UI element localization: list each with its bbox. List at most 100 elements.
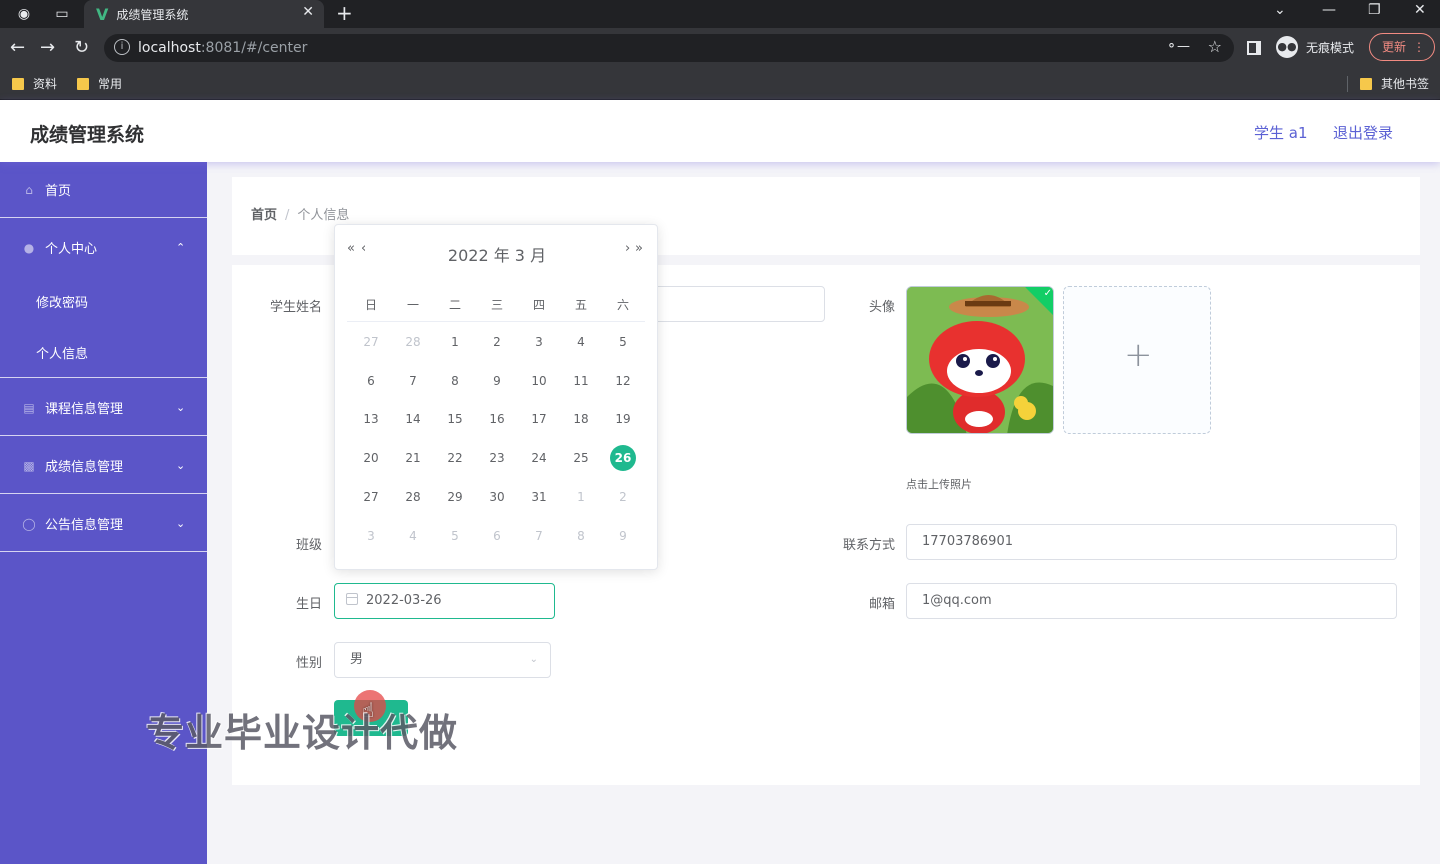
window-close-icon[interactable]: ✕ <box>1414 2 1426 18</box>
calendar-day[interactable]: 14 <box>400 406 426 432</box>
key-icon[interactable]: ⚬— <box>1166 39 1190 54</box>
calendar-day[interactable]: 28 <box>400 484 426 510</box>
sidebar-item-home[interactable]: ⌂ 首页 <box>0 180 207 200</box>
name-label: 学生姓名 <box>269 300 322 315</box>
calendar-day[interactable]: 5 <box>442 523 468 549</box>
calendar-day[interactable]: 13 <box>358 406 384 432</box>
calendar-day[interactable]: 7 <box>526 523 552 549</box>
browser-tab[interactable]: V 成绩管理系统 ✕ <box>84 0 324 28</box>
current-user[interactable]: 学生 a1 <box>1254 122 1308 143</box>
calendar-day[interactable]: 8 <box>442 368 468 394</box>
calendar-day[interactable]: 23 <box>484 445 510 471</box>
calendar-day[interactable]: 28 <box>400 329 426 355</box>
calendar-day[interactable]: 11 <box>568 368 594 394</box>
sidebar-item-notice-management[interactable]: ◯ 公告信息管理 ⌄ <box>0 514 207 534</box>
calendar-day[interactable]: 9 <box>610 523 636 549</box>
sidebar-item-personal-info[interactable]: 个人信息 <box>36 343 88 362</box>
side-panel-icon[interactable] <box>1247 41 1261 55</box>
calendar-day[interactable]: 1 <box>568 484 594 510</box>
check-icon: ✓ <box>1043 287 1052 299</box>
sidebar-item-change-password[interactable]: 修改密码 <box>36 292 88 311</box>
menu-divider <box>0 551 207 552</box>
vue-logo-icon: V <box>96 4 109 24</box>
logout-link[interactable]: 退出登录 <box>1333 122 1393 143</box>
calendar-day[interactable]: 18 <box>568 406 594 432</box>
calendar-day[interactable]: 21 <box>400 445 426 471</box>
bookmarks-bar: 资料 常用 其他书签 <box>0 68 1440 100</box>
avatar-upload-button[interactable]: + <box>1063 286 1211 434</box>
sidebar-item-course-management[interactable]: ▤ 课程信息管理 ⌄ <box>0 398 207 418</box>
calendar-day[interactable]: 16 <box>484 406 510 432</box>
chevron-down-icon: ⌄ <box>176 517 186 530</box>
calendar-day[interactable]: 1 <box>442 329 468 355</box>
email-label: 邮箱 <box>868 597 895 612</box>
calendar-day[interactable]: 12 <box>610 368 636 394</box>
next-year-icon[interactable]: » <box>635 241 643 256</box>
new-tab-icon[interactable]: + <box>336 1 353 25</box>
upload-tip: 点击上传照片 <box>906 478 972 491</box>
calendar-day[interactable]: 3 <box>358 523 384 549</box>
browser-tabbar: ◉ ▭ V 成绩管理系统 ✕ + ⌄ — ❐ ✕ <box>0 0 1440 28</box>
bookmark-folder-changyong[interactable]: 常用 <box>77 75 122 92</box>
gender-select[interactable]: 男 ⌄ <box>334 642 551 678</box>
calendar-day[interactable]: 5 <box>610 329 636 355</box>
other-bookmarks[interactable]: 其他书签 <box>1360 75 1429 92</box>
calendar-day[interactable]: 25 <box>568 445 594 471</box>
cartoon-fox-avatar <box>907 287 1053 433</box>
calendar-day[interactable]: 27 <box>358 329 384 355</box>
sidebar-item-personal-center[interactable]: ● 个人中心 ⌃ <box>0 238 207 258</box>
calendar-day[interactable]: 17 <box>526 406 552 432</box>
calendar-day[interactable]: 30 <box>484 484 510 510</box>
breadcrumb-home[interactable]: 首页 <box>251 208 277 223</box>
sidebar-item-grade-management[interactable]: ▩ 成绩信息管理 ⌄ <box>0 456 207 476</box>
phone-label: 联系方式 <box>842 538 895 553</box>
calendar-day[interactable]: 22 <box>442 445 468 471</box>
tab-search-icon[interactable]: ⌄ <box>1274 2 1286 18</box>
calendar-day[interactable]: 6 <box>358 368 384 394</box>
phone-input[interactable]: 17703786901 <box>906 524 1397 560</box>
calendar-day[interactable]: 2 <box>484 329 510 355</box>
close-tab-icon[interactable]: ✕ <box>302 4 314 20</box>
chevron-up-icon: ⌃ <box>176 241 186 254</box>
incognito-indicator[interactable]: ●● 无痕模式 <box>1276 36 1354 58</box>
calendar-day[interactable]: 9 <box>484 368 510 394</box>
calendar-day[interactable]: 6 <box>484 523 510 549</box>
calendar-day[interactable]: 19 <box>610 406 636 432</box>
email-input[interactable]: 1@qq.com <box>906 583 1397 619</box>
calendar-day[interactable]: 3 <box>526 329 552 355</box>
restore-icon[interactable]: ❐ <box>1368 2 1381 18</box>
calendar-day[interactable]: 2 <box>610 484 636 510</box>
address-bar[interactable]: i localhost:8081/#/center ⚬— ☆ <box>104 34 1234 62</box>
calendar-day[interactable]: 31 <box>526 484 552 510</box>
reload-icon[interactable]: ↻ <box>74 37 89 58</box>
next-month-icon[interactable]: › <box>625 241 630 256</box>
picker-year-month[interactable]: 2022 年 3 月 <box>335 242 659 266</box>
globe-icon[interactable]: ◉ <box>14 4 34 24</box>
avatar-label: 头像 <box>868 300 895 315</box>
avatar-image[interactable]: ✓ <box>906 286 1054 434</box>
sidebar: ⌂ 首页 ● 个人中心 ⌃ 修改密码 个人信息 ▤ 课程信息管理 ⌄ ▩ 成绩信… <box>0 162 207 864</box>
class-label: 班级 <box>295 538 322 553</box>
calendar-day[interactable]: 24 <box>526 445 552 471</box>
calendar-day[interactable]: 15 <box>442 406 468 432</box>
calendar-day[interactable]: 8 <box>568 523 594 549</box>
calendar-day[interactable]: 29 <box>442 484 468 510</box>
minimize-icon[interactable]: — <box>1322 2 1336 18</box>
calendar-day[interactable]: 10 <box>526 368 552 394</box>
calendar-day[interactable]: 4 <box>400 523 426 549</box>
name-input[interactable] <box>640 286 825 322</box>
update-button[interactable]: 更新 ⋮ <box>1369 33 1435 61</box>
calendar-day[interactable]: 26 <box>610 445 636 472</box>
calendar-day[interactable]: 27 <box>358 484 384 510</box>
calendar-day[interactable]: 4 <box>568 329 594 355</box>
window-icon[interactable]: ▭ <box>52 4 72 24</box>
back-icon[interactable]: ← <box>10 37 25 58</box>
info-icon[interactable]: i <box>114 39 130 55</box>
calendar-day[interactable]: 7 <box>400 368 426 394</box>
bookmark-folder-ziliao[interactable]: 资料 <box>12 75 57 92</box>
bookmark-star-icon[interactable]: ☆ <box>1208 37 1222 56</box>
birthday-date-input[interactable]: 2022-03-26 <box>334 583 555 619</box>
calendar-day[interactable]: 20 <box>358 445 384 471</box>
forward-icon[interactable]: → <box>40 37 55 58</box>
birthday-label: 生日 <box>295 597 322 612</box>
